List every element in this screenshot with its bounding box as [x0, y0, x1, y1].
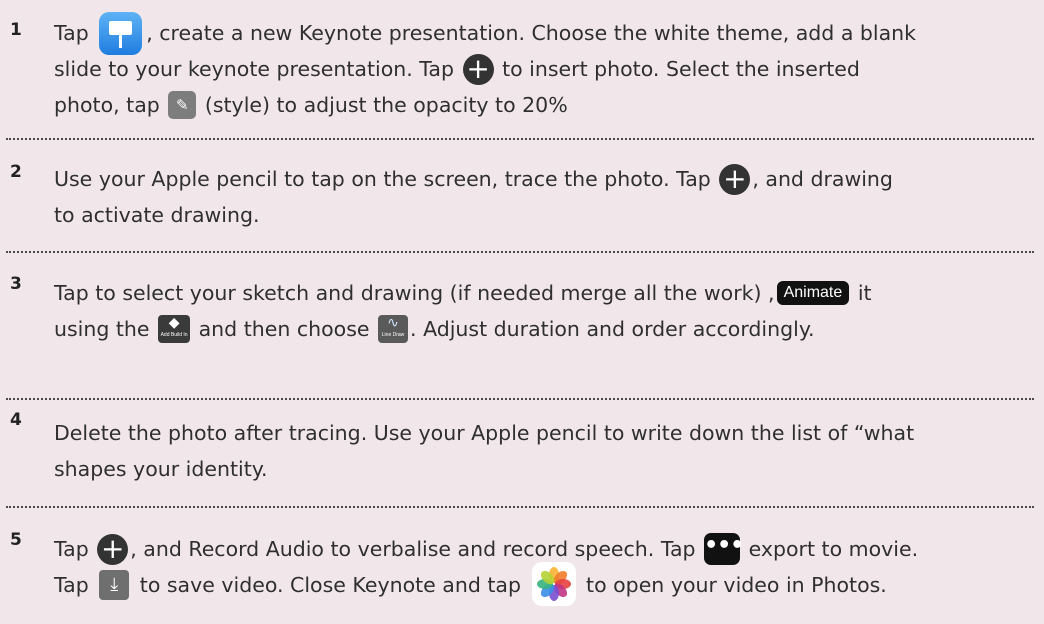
- keynote-app-icon: [99, 11, 143, 55]
- step-5-line-2: Tap ⤓ to save video. Close Keynote and t…: [54, 562, 887, 606]
- step-2-line-2: to activate drawing.: [54, 203, 260, 227]
- animate-button-image: Animate: [776, 281, 850, 305]
- step-1-line-1: Tap , create a new Keynote presentation.…: [54, 11, 916, 55]
- divider: [6, 398, 1034, 400]
- step-number: 3: [10, 274, 22, 294]
- step-1-line-3: photo, tap ✎ (style) to adjust the opaci…: [54, 91, 568, 119]
- instruction-steps: 1 Tap , create a new Keynote presentatio…: [0, 0, 1044, 624]
- more-icon: •••: [704, 533, 744, 565]
- step-3-line-2: using the ◆ Add Build In and then choose …: [54, 315, 815, 343]
- divider: [6, 506, 1034, 508]
- step-number: 1: [10, 20, 22, 40]
- step-2-line-1: Use your Apple pencil to tap on the scre…: [54, 161, 893, 195]
- photos-app-icon: [531, 562, 576, 606]
- divider: [6, 138, 1034, 140]
- step-4-line-2: shapes your identity.: [54, 457, 268, 481]
- step-1-line-2: slide to your keynote presentation. Tap …: [54, 51, 860, 85]
- step-5-line-1: Tap +, and Record Audio to verbalise and…: [54, 531, 919, 565]
- photos-flower-graphic: [536, 567, 571, 601]
- plus-icon: +: [462, 53, 494, 85]
- plus-icon: +: [97, 533, 129, 565]
- step-number: 5: [10, 530, 22, 550]
- save-download-icon: ⤓: [99, 570, 130, 600]
- step-number: 4: [10, 410, 22, 430]
- step-number: 2: [10, 162, 22, 182]
- line-draw-icon: ∿ Line Draw: [378, 315, 409, 343]
- step-4-line-1: Delete the photo after tracing. Use your…: [54, 421, 915, 445]
- plus-icon: +: [719, 163, 751, 195]
- add-build-in-icon: ◆ Add Build In: [158, 315, 191, 343]
- step-3-line-1: Tap to select your sketch and drawing (i…: [54, 281, 872, 305]
- paintbrush-icon: ✎: [168, 91, 197, 119]
- divider: [6, 251, 1034, 253]
